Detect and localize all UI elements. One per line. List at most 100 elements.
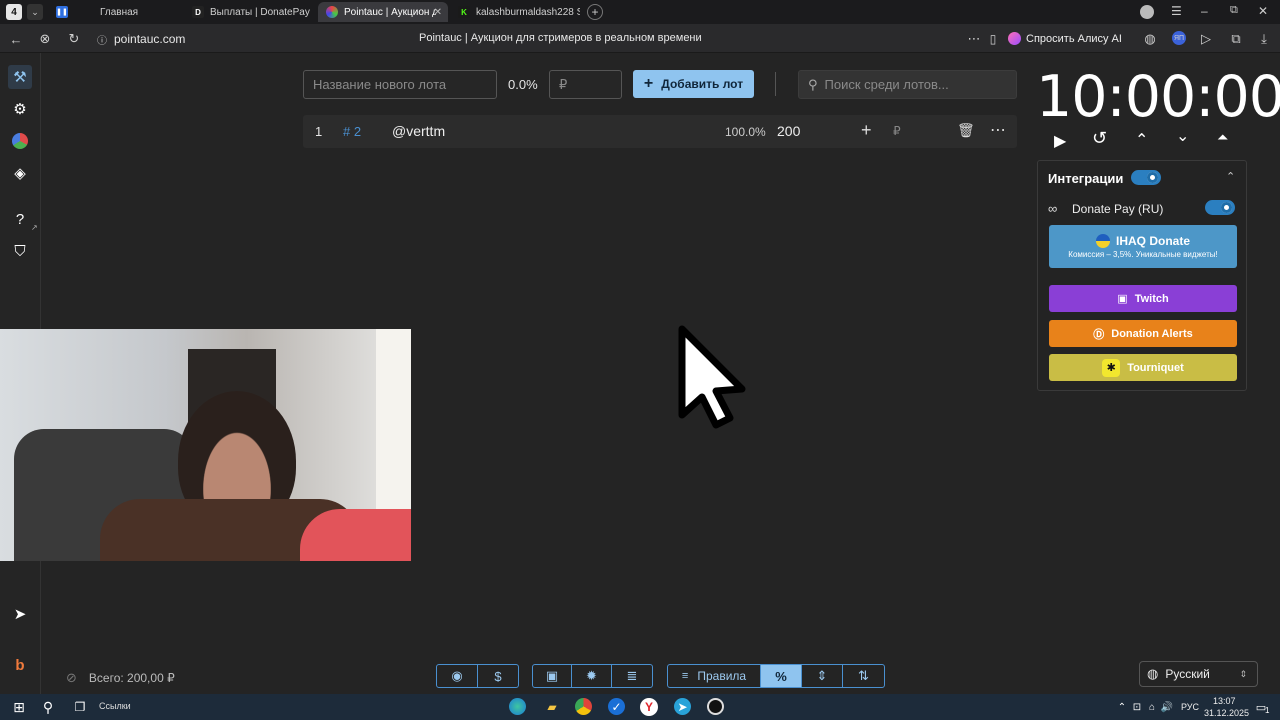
url-text[interactable]: pointauc.com [114,32,185,46]
chevron-down-icon[interactable]: ⌄ [1176,126,1189,146]
tab-label: Pointauc | Аукцион для [344,6,436,18]
help-icon[interactable]: ? [8,207,32,231]
donatepay-icon: D [192,6,204,18]
tab-kick[interactable]: K kalashburmaldash228 Stre [450,2,580,22]
twitch-button[interactable]: ▣ Twitch [1049,285,1237,312]
boosty-icon[interactable]: b [8,653,32,677]
minimize-icon[interactable]: – [1201,4,1208,18]
more-dots-icon[interactable]: ⋯ [966,31,982,47]
integrations-toggle[interactable] [1131,170,1161,185]
ihaq-donate-button[interactable]: IHAQ Donate Комиссия – 3,5%. Уникальные … [1049,225,1237,268]
download-icon[interactable]: ⤓ [1256,31,1272,47]
keyboard-language[interactable]: РУС [1181,702,1199,712]
lot-id: # 2 [343,124,362,139]
sort-button[interactable]: ⇅ [842,664,885,688]
site-info-icon[interactable]: ⓘ [95,32,109,47]
eye-off-icon[interactable]: ⊘ [66,670,77,686]
yandex-browser-icon[interactable]: Y [640,698,658,716]
clear-list-icon: ≣ [626,668,638,683]
donation-alerts-button[interactable]: Ⓓ Donation Alerts [1049,320,1237,347]
tab-counter[interactable]: 4 [6,4,22,20]
profile-avatar[interactable] [1140,5,1154,19]
collections-icon[interactable]: ⧉ [1228,31,1244,47]
file-explorer-icon[interactable]: ▰ [542,697,562,717]
close-window-icon[interactable]: ✕ [1258,4,1268,18]
links-label[interactable]: Ссылки [99,701,131,711]
telegram-icon[interactable]: ➤ [8,602,32,626]
reload-icon[interactable]: ↻ [66,31,82,47]
lot-currency[interactable]: ₽ [893,124,901,138]
gear-icon[interactable]: ⚙ [8,97,32,121]
pie-chart-icon[interactable] [8,129,32,153]
close-icon[interactable]: ✕ [434,7,442,18]
chrome-icon[interactable] [575,698,592,715]
chevron-down-icon[interactable]: ⌄ [27,4,43,20]
search-icon[interactable]: ⚲ [38,697,58,717]
search-input[interactable]: ⚲ Поиск среди лотов... [798,70,1017,99]
kick-icon: K [458,6,470,18]
lot-percent: 100.0% [725,125,766,139]
lot-name[interactable]: @verttm [392,123,445,139]
rules-icon: ≡ [681,670,689,682]
lot-row[interactable]: 1 # 2 @verttm 100.0% 200 + ₽ 🗑 ⋯ [303,115,1017,148]
compress-button[interactable]: ⇕ [801,664,843,688]
clock-date[interactable]: 31.12.2025 [1204,708,1249,718]
github-button[interactable]: ◉ [436,664,478,688]
tab-donatepay[interactable]: D Выплаты | DonatePay [184,2,314,22]
telegram-taskbar-icon[interactable]: ➤ [674,698,691,715]
pointauc-icon [326,6,338,18]
language-select[interactable]: ◍ Русский ⇕ [1139,661,1258,687]
checkmark-app-icon[interactable]: ✓ [608,698,625,715]
clock-time[interactable]: 13:07 [1213,696,1236,706]
layers-icon[interactable]: ◈ [8,161,32,185]
alice-icon [1008,32,1021,45]
page-title: Pointauc | Аукцион для стримеров в реаль… [419,32,702,44]
shield-icon[interactable]: ⊗ [37,31,53,47]
task-view-icon[interactable]: ❐ [70,697,90,717]
percent-toggle-button[interactable]: % [760,664,802,688]
lot-amount[interactable]: 200 [777,123,800,139]
maximize-icon[interactable]: ⧉ [1230,4,1238,17]
new-lot-placeholder: Название нового лота [313,77,447,92]
amount-input[interactable]: ₽ [549,70,622,99]
bookmark-icon[interactable]: ▯ [985,31,1001,47]
add-amount-icon[interactable]: + [861,120,872,141]
play-icon[interactable]: ▶ [1054,131,1066,151]
alice-button[interactable]: Спросить Алису AI [1008,29,1122,48]
tab-pointauc[interactable]: Pointauc | Аукцион для ✕ [318,2,448,22]
obs-icon[interactable] [707,698,724,715]
menu-icon[interactable]: ☰ [1171,4,1182,18]
donate-dollar-button[interactable]: $ [477,664,519,688]
save-button[interactable]: ▣ [532,664,572,688]
globe-icon[interactable]: ◍ [1142,31,1158,47]
edge-icon[interactable] [509,698,526,715]
new-tab-button[interactable]: + [587,4,603,20]
reset-icon[interactable]: ↺ [1092,128,1107,149]
collapse-chevron-icon[interactable]: ⌃ [1226,170,1235,183]
media-icon[interactable]: ▷ [1198,31,1214,47]
new-lot-input[interactable]: Название нового лота [303,70,497,99]
volume-icon[interactable]: 🔊 [1157,697,1177,717]
mouse-cursor-icon [678,325,750,432]
tourniquet-label: Tourniquet [1127,361,1184,374]
auction-hammer-icon[interactable]: ⚒ [8,65,32,89]
bug-button[interactable]: ✹ [571,664,612,688]
donate-pay-toggle[interactable] [1205,200,1235,215]
tab-home[interactable]: Главная [92,2,184,22]
pause-icon[interactable]: ❚❚ [56,6,68,18]
clear-list-button[interactable]: ≣ [611,664,653,688]
trash-icon[interactable]: 🗑 [957,122,975,139]
rules-button[interactable]: ≡ Правила [667,664,761,688]
donate-pay-label: Donate Pay (RU) [1072,202,1164,216]
double-chevron-up-icon[interactable]: ⏶ [1217,129,1228,146]
tourniquet-button[interactable]: ✱ Tourniquet [1049,354,1237,381]
shield-check-icon[interactable]: ⛉ [8,239,32,263]
windows-start-icon[interactable]: ⊞ [9,697,29,717]
back-arrow-icon[interactable]: ← [8,31,24,47]
chevron-up-icon[interactable]: ⌃ [1135,130,1148,150]
tab-label: Выплаты | DonatePay [210,6,310,18]
extension-icon[interactable]: ЯП [1172,31,1186,45]
add-lot-button[interactable]: + Добавить лот [633,70,754,98]
more-options-icon[interactable]: ⋯ [990,120,1006,140]
language-label: Русский [1165,667,1210,681]
